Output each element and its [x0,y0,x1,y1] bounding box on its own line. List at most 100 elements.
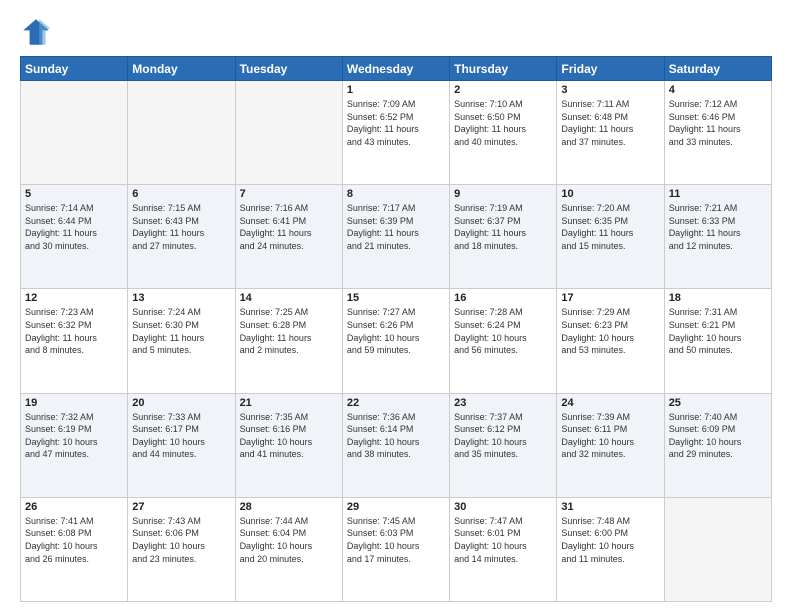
week-row-4: 19Sunrise: 7:32 AM Sunset: 6:19 PM Dayli… [21,393,772,497]
day-info: Sunrise: 7:19 AM Sunset: 6:37 PM Dayligh… [454,202,552,252]
day-info: Sunrise: 7:36 AM Sunset: 6:14 PM Dayligh… [347,411,445,461]
day-number: 4 [669,84,767,96]
calendar-cell: 21 Sunrise: 7:35 AM Sunset: 6:16 PM Dayli… [235,393,342,497]
calendar-cell: 15 Sunrise: 7:27 AM Sunset: 6:26 PM Dayli… [342,289,449,393]
calendar-cell: 20Sunrise: 7:33 AM Sunset: 6:17 PM Dayli… [128,393,235,497]
day-info: Sunrise: 7:15 AM Sunset: 6:43 PM Dayligh… [132,202,230,252]
day-number: 13 [132,292,230,304]
calendar-cell: 10Sunrise: 7:20 AM Sunset: 6:35 PM Dayli… [557,185,664,289]
calendar-cell: 27 Sunrise: 7:43 AM Sunset: 6:06 PM Dayli… [128,497,235,601]
dow-header-sunday: Sunday [21,57,128,81]
week-row-2: 5 Sunrise: 7:14 AM Sunset: 6:44 PM Daylig… [21,185,772,289]
calendar-cell: 2 Sunrise: 7:10 AM Sunset: 6:50 PM Daylig… [450,81,557,185]
calendar-cell: 16 Sunrise: 7:28 AM Sunset: 6:24 PM Dayli… [450,289,557,393]
dow-header-saturday: Saturday [664,57,771,81]
day-number: 1 [347,84,445,96]
day-number: 23 [454,397,552,409]
day-info: Sunrise: 7:40 AM Sunset: 6:09 PM Dayligh… [669,411,767,461]
calendar-cell [664,497,771,601]
day-info: Sunrise: 7:31 AM Sunset: 6:21 PM Dayligh… [669,306,767,356]
calendar-cell: 6Sunrise: 7:15 AM Sunset: 6:43 PM Daylig… [128,185,235,289]
day-number: 8 [347,188,445,200]
dow-header-friday: Friday [557,57,664,81]
day-info: Sunrise: 7:24 AM Sunset: 6:30 PM Dayligh… [132,306,230,356]
day-number: 5 [25,188,123,200]
day-info: Sunrise: 7:47 AM Sunset: 6:01 PM Dayligh… [454,515,552,565]
day-info: Sunrise: 7:41 AM Sunset: 6:08 PM Dayligh… [25,515,123,565]
day-info: Sunrise: 7:17 AM Sunset: 6:39 PM Dayligh… [347,202,445,252]
week-row-3: 12 Sunrise: 7:23 AM Sunset: 6:32 PM Dayli… [21,289,772,393]
day-info: Sunrise: 7:28 AM Sunset: 6:24 PM Dayligh… [454,306,552,356]
calendar-cell: 8 Sunrise: 7:17 AM Sunset: 6:39 PM Daylig… [342,185,449,289]
day-of-week-row: SundayMondayTuesdayWednesdayThursdayFrid… [21,57,772,81]
dow-header-thursday: Thursday [450,57,557,81]
calendar-cell: 4 Sunrise: 7:12 AM Sunset: 6:46 PM Daylig… [664,81,771,185]
dow-header-wednesday: Wednesday [342,57,449,81]
calendar-cell: 18 Sunrise: 7:31 AM Sunset: 6:21 PM Dayli… [664,289,771,393]
day-info: Sunrise: 7:14 AM Sunset: 6:44 PM Dayligh… [25,202,123,252]
week-row-5: 26 Sunrise: 7:41 AM Sunset: 6:08 PM Dayli… [21,497,772,601]
day-info: Sunrise: 7:43 AM Sunset: 6:06 PM Dayligh… [132,515,230,565]
day-info: Sunrise: 7:23 AM Sunset: 6:32 PM Dayligh… [25,306,123,356]
day-number: 7 [240,188,338,200]
day-number: 27 [132,501,230,513]
calendar-cell: 22 Sunrise: 7:36 AM Sunset: 6:14 PM Dayli… [342,393,449,497]
calendar-cell: 9 Sunrise: 7:19 AM Sunset: 6:37 PM Daylig… [450,185,557,289]
day-info: Sunrise: 7:25 AM Sunset: 6:28 PM Dayligh… [240,306,338,356]
day-info: Sunrise: 7:48 AM Sunset: 6:00 PM Dayligh… [561,515,659,565]
day-info: Sunrise: 7:45 AM Sunset: 6:03 PM Dayligh… [347,515,445,565]
day-number: 14 [240,292,338,304]
dow-header-monday: Monday [128,57,235,81]
day-number: 15 [347,292,445,304]
day-number: 2 [454,84,552,96]
day-info: Sunrise: 7:16 AM Sunset: 6:41 PM Dayligh… [240,202,338,252]
day-number: 28 [240,501,338,513]
day-number: 30 [454,501,552,513]
day-number: 21 [240,397,338,409]
day-number: 26 [25,501,123,513]
calendar-cell: 12 Sunrise: 7:23 AM Sunset: 6:32 PM Dayli… [21,289,128,393]
calendar-cell: 29Sunrise: 7:45 AM Sunset: 6:03 PM Dayli… [342,497,449,601]
calendar-cell: 7 Sunrise: 7:16 AM Sunset: 6:41 PM Daylig… [235,185,342,289]
day-info: Sunrise: 7:12 AM Sunset: 6:46 PM Dayligh… [669,98,767,148]
day-number: 24 [561,397,659,409]
page: SundayMondayTuesdayWednesdayThursdayFrid… [0,0,792,612]
day-info: Sunrise: 7:09 AM Sunset: 6:52 PM Dayligh… [347,98,445,148]
calendar-cell: 14 Sunrise: 7:25 AM Sunset: 6:28 PM Dayli… [235,289,342,393]
day-info: Sunrise: 7:29 AM Sunset: 6:23 PM Dayligh… [561,306,659,356]
day-info: Sunrise: 7:35 AM Sunset: 6:16 PM Dayligh… [240,411,338,461]
day-info: Sunrise: 7:10 AM Sunset: 6:50 PM Dayligh… [454,98,552,148]
calendar-cell [21,81,128,185]
calendar-cell: 24 Sunrise: 7:39 AM Sunset: 6:11 PM Dayli… [557,393,664,497]
day-number: 22 [347,397,445,409]
calendar-cell [235,81,342,185]
calendar-cell: 31 Sunrise: 7:48 AM Sunset: 6:00 PM Dayli… [557,497,664,601]
day-number: 18 [669,292,767,304]
day-info: Sunrise: 7:27 AM Sunset: 6:26 PM Dayligh… [347,306,445,356]
header [20,16,772,48]
logo [20,16,56,48]
day-number: 16 [454,292,552,304]
day-number: 20 [132,397,230,409]
calendar-cell: 5 Sunrise: 7:14 AM Sunset: 6:44 PM Daylig… [21,185,128,289]
day-info: Sunrise: 7:21 AM Sunset: 6:33 PM Dayligh… [669,202,767,252]
calendar-cell: 23 Sunrise: 7:37 AM Sunset: 6:12 PM Dayli… [450,393,557,497]
day-number: 9 [454,188,552,200]
calendar-cell: 1 Sunrise: 7:09 AM Sunset: 6:52 PM Daylig… [342,81,449,185]
day-info: Sunrise: 7:39 AM Sunset: 6:11 PM Dayligh… [561,411,659,461]
day-info: Sunrise: 7:32 AM Sunset: 6:19 PM Dayligh… [25,411,123,461]
calendar-cell: 25Sunrise: 7:40 AM Sunset: 6:09 PM Dayli… [664,393,771,497]
day-info: Sunrise: 7:44 AM Sunset: 6:04 PM Dayligh… [240,515,338,565]
day-number: 17 [561,292,659,304]
day-number: 10 [561,188,659,200]
calendar-cell: 28 Sunrise: 7:44 AM Sunset: 6:04 PM Dayli… [235,497,342,601]
day-number: 12 [25,292,123,304]
logo-icon [20,16,52,48]
calendar-cell: 26 Sunrise: 7:41 AM Sunset: 6:08 PM Dayli… [21,497,128,601]
calendar-cell: 11Sunrise: 7:21 AM Sunset: 6:33 PM Dayli… [664,185,771,289]
calendar-cell [128,81,235,185]
calendar-cell: 3Sunrise: 7:11 AM Sunset: 6:48 PM Daylig… [557,81,664,185]
day-info: Sunrise: 7:37 AM Sunset: 6:12 PM Dayligh… [454,411,552,461]
day-number: 31 [561,501,659,513]
day-number: 3 [561,84,659,96]
